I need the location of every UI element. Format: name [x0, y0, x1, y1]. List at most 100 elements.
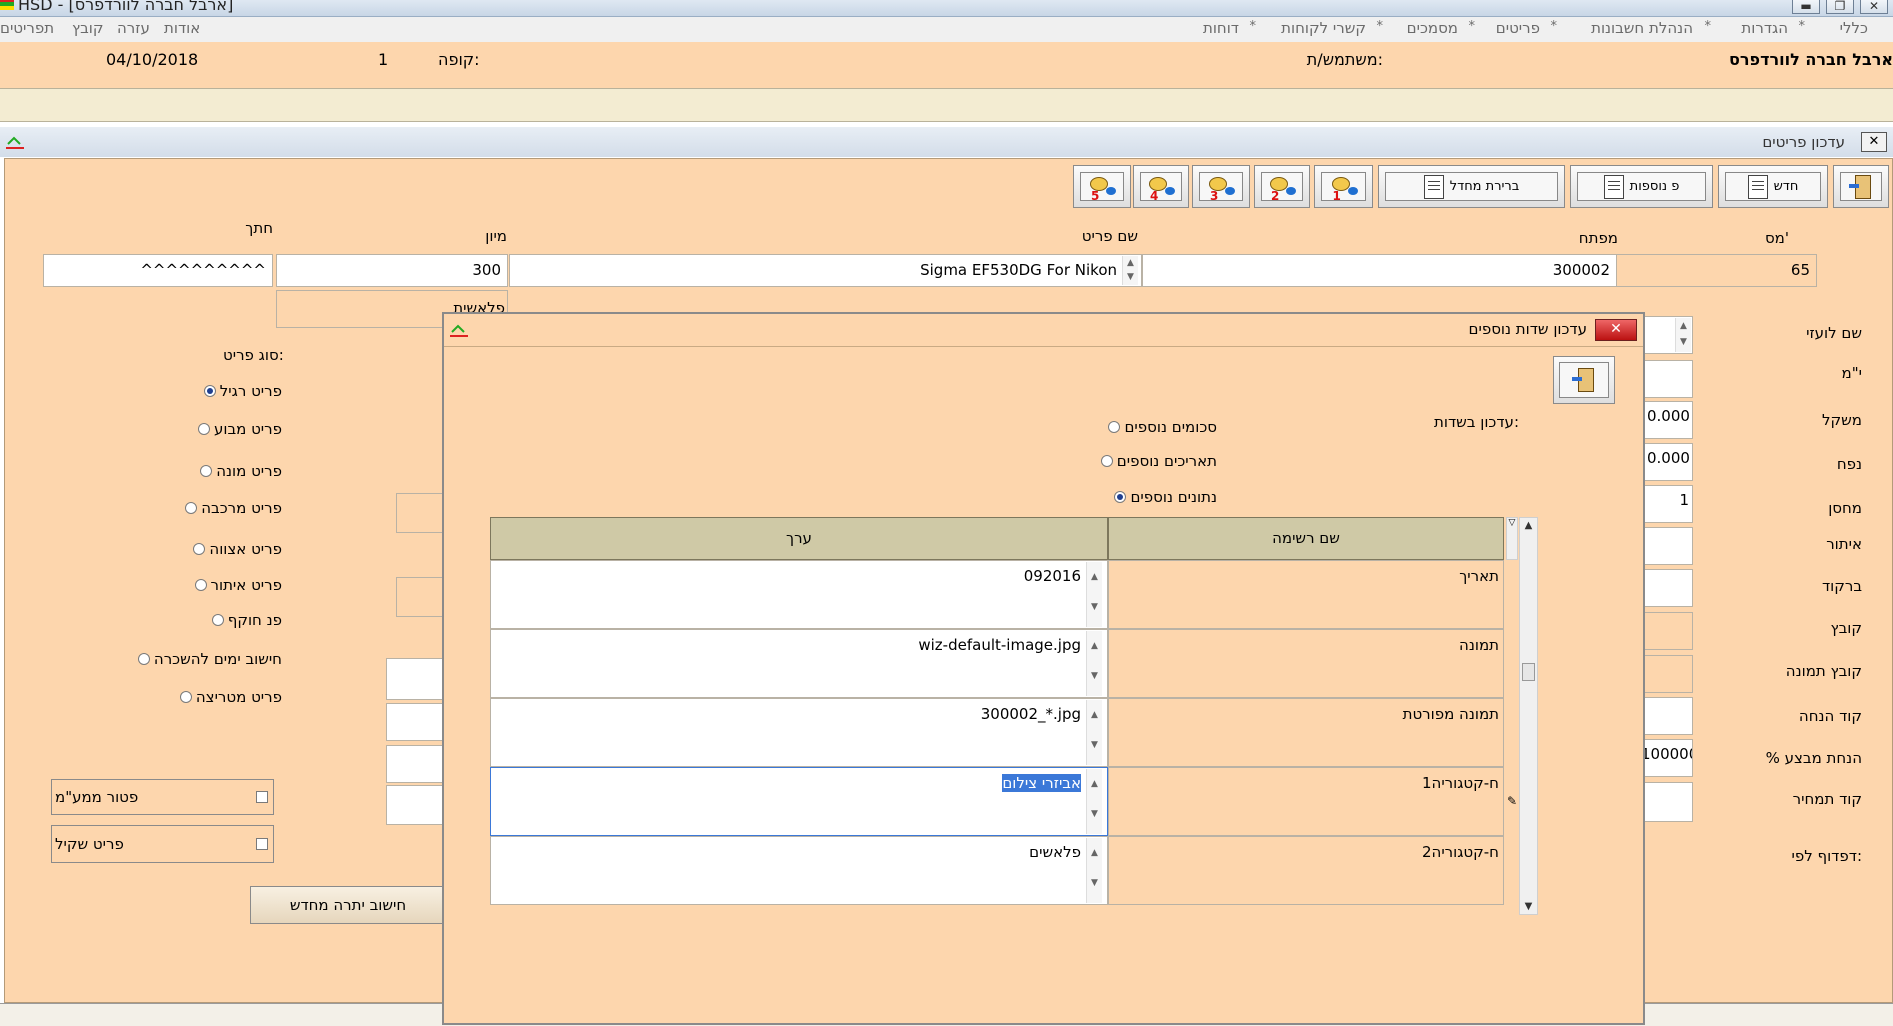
radio-5[interactable] [193, 543, 206, 555]
item-type-regular[interactable]: פריט רגיל [203, 382, 282, 400]
file-field[interactable] [1640, 612, 1693, 650]
item-type-3[interactable]: פריט מונה [200, 462, 282, 480]
grid-row-3-name[interactable]: תמונה מפורטת [1108, 698, 1504, 767]
menu-settings[interactable]: הגדרות [1741, 19, 1788, 37]
weight-field[interactable]: 0.000 [1640, 401, 1693, 439]
grid-row-3-value[interactable]: 300002_*.jpg [490, 698, 1108, 767]
grid-scrollbar[interactable]: ▲ ▼ [1519, 517, 1538, 915]
row-3-scroll[interactable]: ▲ ▼ [1086, 700, 1102, 765]
hidden-field-d[interactable] [386, 703, 446, 741]
row-5-scroll[interactable]: ▲ ▼ [1086, 838, 1102, 903]
key-button-2[interactable]: 2 [1254, 165, 1310, 208]
menu-reports[interactable]: דוחות [1203, 19, 1239, 37]
menu-items[interactable]: פריטים [1496, 19, 1540, 37]
foreign-name-spinner[interactable]: ▲ ▼ [1675, 318, 1691, 352]
row-4-scroll[interactable]: ▲ ▼ [1086, 769, 1102, 834]
minimize-button[interactable]: ▬ [1792, 0, 1820, 14]
grid-header-value[interactable]: ערך [490, 517, 1108, 560]
item-type-7[interactable]: פנ חוקף [211, 611, 282, 629]
items-window-close-button[interactable]: ✕ [1861, 132, 1887, 152]
menu-general[interactable]: כללי [1840, 19, 1868, 37]
item-name-field[interactable]: Sigma EF530DG For Nikon [509, 254, 1142, 287]
grid-row-1-name[interactable]: תאריך [1108, 560, 1504, 629]
radio-extra-data-button[interactable] [1114, 491, 1127, 503]
price-code-field[interactable] [1640, 782, 1693, 822]
radio-extra-dates[interactable]: תאריכים נוספים [1100, 452, 1217, 470]
item-type-8[interactable]: חישוב ימים להשכרה [137, 650, 282, 668]
barcode-field[interactable] [1640, 569, 1693, 607]
key-button-3[interactable]: 3 [1192, 165, 1250, 208]
scroll-thumb[interactable] [1522, 663, 1535, 681]
vat-exempt-box[interactable]: פטור ממע"מ [51, 779, 274, 815]
vat-exempt-checkbox[interactable] [256, 791, 268, 803]
hidden-field-e[interactable] [386, 745, 446, 783]
menu-about[interactable]: אודות [164, 19, 200, 37]
unit-field[interactable] [1640, 360, 1693, 398]
radio-3[interactable] [200, 465, 213, 477]
item-type-5[interactable]: פריט אצווה [193, 540, 282, 558]
recalc-balance-button[interactable]: חישוב יתרה מחדש [250, 886, 446, 924]
radio-extra-dates-button[interactable] [1100, 455, 1113, 467]
radio-2[interactable] [197, 423, 210, 435]
radio-regular[interactable] [203, 385, 216, 397]
grid-row-5-name[interactable]: ח-קטגוריה2 [1108, 836, 1504, 905]
menu-crm[interactable]: קשרי לקוחות [1281, 19, 1366, 37]
key-field[interactable]: 300002 [1142, 254, 1617, 287]
radio-9[interactable] [179, 691, 192, 703]
radio-6[interactable] [194, 579, 207, 591]
item-type-4[interactable]: פריט מרכבה [185, 499, 282, 517]
row-2-scroll[interactable]: ▲ ▼ [1086, 631, 1102, 696]
new-button[interactable]: חדש [1718, 165, 1828, 208]
discount-code-field[interactable] [1640, 697, 1693, 735]
hidden-field-c[interactable] [386, 658, 446, 700]
volume-field[interactable]: 0.000 [1640, 443, 1693, 481]
radio-extra-data[interactable]: נתונים נוספים [1114, 488, 1217, 506]
location-field[interactable] [1640, 527, 1693, 565]
radio-8[interactable] [137, 653, 150, 665]
grid-row-4-value[interactable]: אביזרי צילום [490, 767, 1108, 836]
weighable-box[interactable]: פריט שקיל [51, 825, 274, 863]
item-type-2[interactable]: פריט מבוע [197, 420, 282, 438]
grid-row-1-value[interactable]: 092016 [490, 560, 1108, 629]
restore-button[interactable]: ❐ [1826, 0, 1854, 14]
dialog-exit-button[interactable] [1553, 356, 1615, 404]
warehouse-field[interactable]: 1 [1640, 485, 1693, 523]
key-button-1[interactable]: 1 [1314, 165, 1373, 208]
more-functions-button[interactable]: פ נוספות [1570, 165, 1713, 208]
weighable-checkbox[interactable] [256, 838, 268, 850]
item-type-9[interactable]: פריט מטריצה [179, 688, 282, 706]
grid-row-2-value[interactable]: wiz-default-image.jpg [490, 629, 1108, 698]
grid-row-5-value[interactable]: פלאשים [490, 836, 1108, 905]
default-button[interactable]: ברירת מחדל [1378, 165, 1565, 208]
menu-menus[interactable]: תפריטים [0, 19, 54, 37]
grid-row-4-name[interactable]: ח-קטגוריה1 [1108, 767, 1504, 836]
menu-documents[interactable]: מסמכים [1407, 19, 1458, 37]
row-1-scroll[interactable]: ▲ ▼ [1086, 562, 1102, 627]
menu-file[interactable]: קובץ [72, 19, 104, 37]
item-name-spinner[interactable]: ▲ ▼ [1122, 256, 1138, 285]
scroll-down-arrow-icon[interactable]: ▼ [1520, 901, 1537, 912]
dialog-close-button[interactable]: ✕ [1595, 319, 1637, 341]
promo-discount-field[interactable]: 100000 [1640, 739, 1693, 777]
hidden-field-f[interactable] [386, 785, 446, 825]
num-field[interactable]: 65 [1615, 254, 1817, 287]
scroll-up-arrow-icon[interactable]: ▲ [1520, 520, 1537, 531]
radio-7[interactable] [211, 614, 224, 626]
key-button-5[interactable]: 5 [1073, 165, 1131, 208]
radio-extra-amounts[interactable]: סכומים נוספים [1108, 418, 1217, 436]
exit-button[interactable] [1833, 165, 1889, 208]
image-file-field[interactable] [1640, 655, 1693, 693]
menu-help[interactable]: עזרה [117, 19, 150, 37]
close-window-button[interactable]: ✕ [1860, 0, 1888, 14]
menu-accounting[interactable]: הנהלת חשבונות [1591, 19, 1693, 37]
hidden-field-b[interactable] [396, 577, 446, 617]
radio-extra-amounts-button[interactable] [1108, 421, 1121, 433]
section-field[interactable]: ^^^^^^^^^^ [43, 254, 273, 287]
sort-field[interactable]: 300 [276, 254, 508, 287]
grid-header-name[interactable]: שם רשימה [1108, 517, 1504, 560]
radio-4[interactable] [185, 502, 198, 514]
key-button-4[interactable]: 4 [1133, 165, 1189, 208]
item-type-6[interactable]: פריט איתור [194, 576, 282, 594]
grid-row-2-name[interactable]: תמונה [1108, 629, 1504, 698]
hidden-field-a[interactable] [396, 493, 446, 533]
